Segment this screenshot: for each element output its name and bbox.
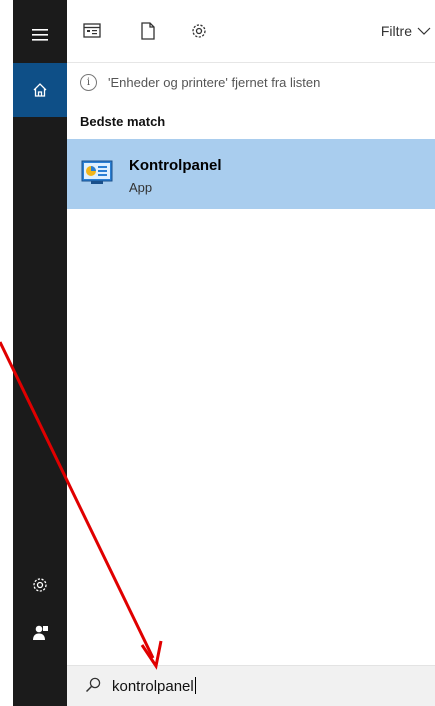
apps-filter-button[interactable] — [79, 18, 105, 44]
filter-label: Filtre — [380, 23, 412, 39]
documents-filter-button[interactable] — [135, 18, 161, 44]
best-match-heading: Bedste match — [80, 114, 166, 129]
document-icon — [141, 22, 155, 40]
search-icon — [85, 677, 101, 693]
sidebar-settings-button[interactable] — [13, 558, 67, 612]
chevron-down-icon — [417, 27, 431, 35]
home-icon — [33, 83, 47, 97]
filter-dropdown[interactable]: Filtre — [381, 21, 431, 41]
search-toolbar: Filtre — [67, 0, 435, 63]
result-item-control-panel[interactable]: Kontrolpanel App — [67, 139, 435, 209]
search-box[interactable]: kontrolpanel — [67, 665, 435, 706]
menu-button[interactable] — [13, 8, 67, 62]
settings-icon — [192, 24, 206, 38]
notice-text: 'Enheder og printere' fjernet fra listen — [108, 74, 321, 90]
user-icon — [33, 625, 48, 640]
control-panel-icon — [81, 160, 113, 184]
text-caret — [194, 677, 196, 694]
search-value: kontrolpanel — [112, 678, 194, 695]
user-button[interactable] — [13, 606, 67, 660]
info-icon: i — [80, 73, 97, 91]
search-input[interactable]: kontrolpanel — [112, 677, 196, 695]
menu-icon — [32, 29, 48, 41]
settings-filter-button[interactable] — [186, 18, 212, 44]
apps-icon — [83, 23, 101, 38]
home-button[interactable] — [13, 63, 67, 117]
start-sidebar — [13, 0, 67, 706]
result-type: App — [129, 180, 153, 195]
settings-icon — [33, 578, 47, 592]
search-panel: Filtre i 'Enheder og printere' fjernet f… — [67, 0, 435, 706]
removed-notice: i 'Enheder og printere' fjernet fra list… — [67, 68, 435, 96]
result-name: Kontrolpanel — [129, 157, 222, 174]
